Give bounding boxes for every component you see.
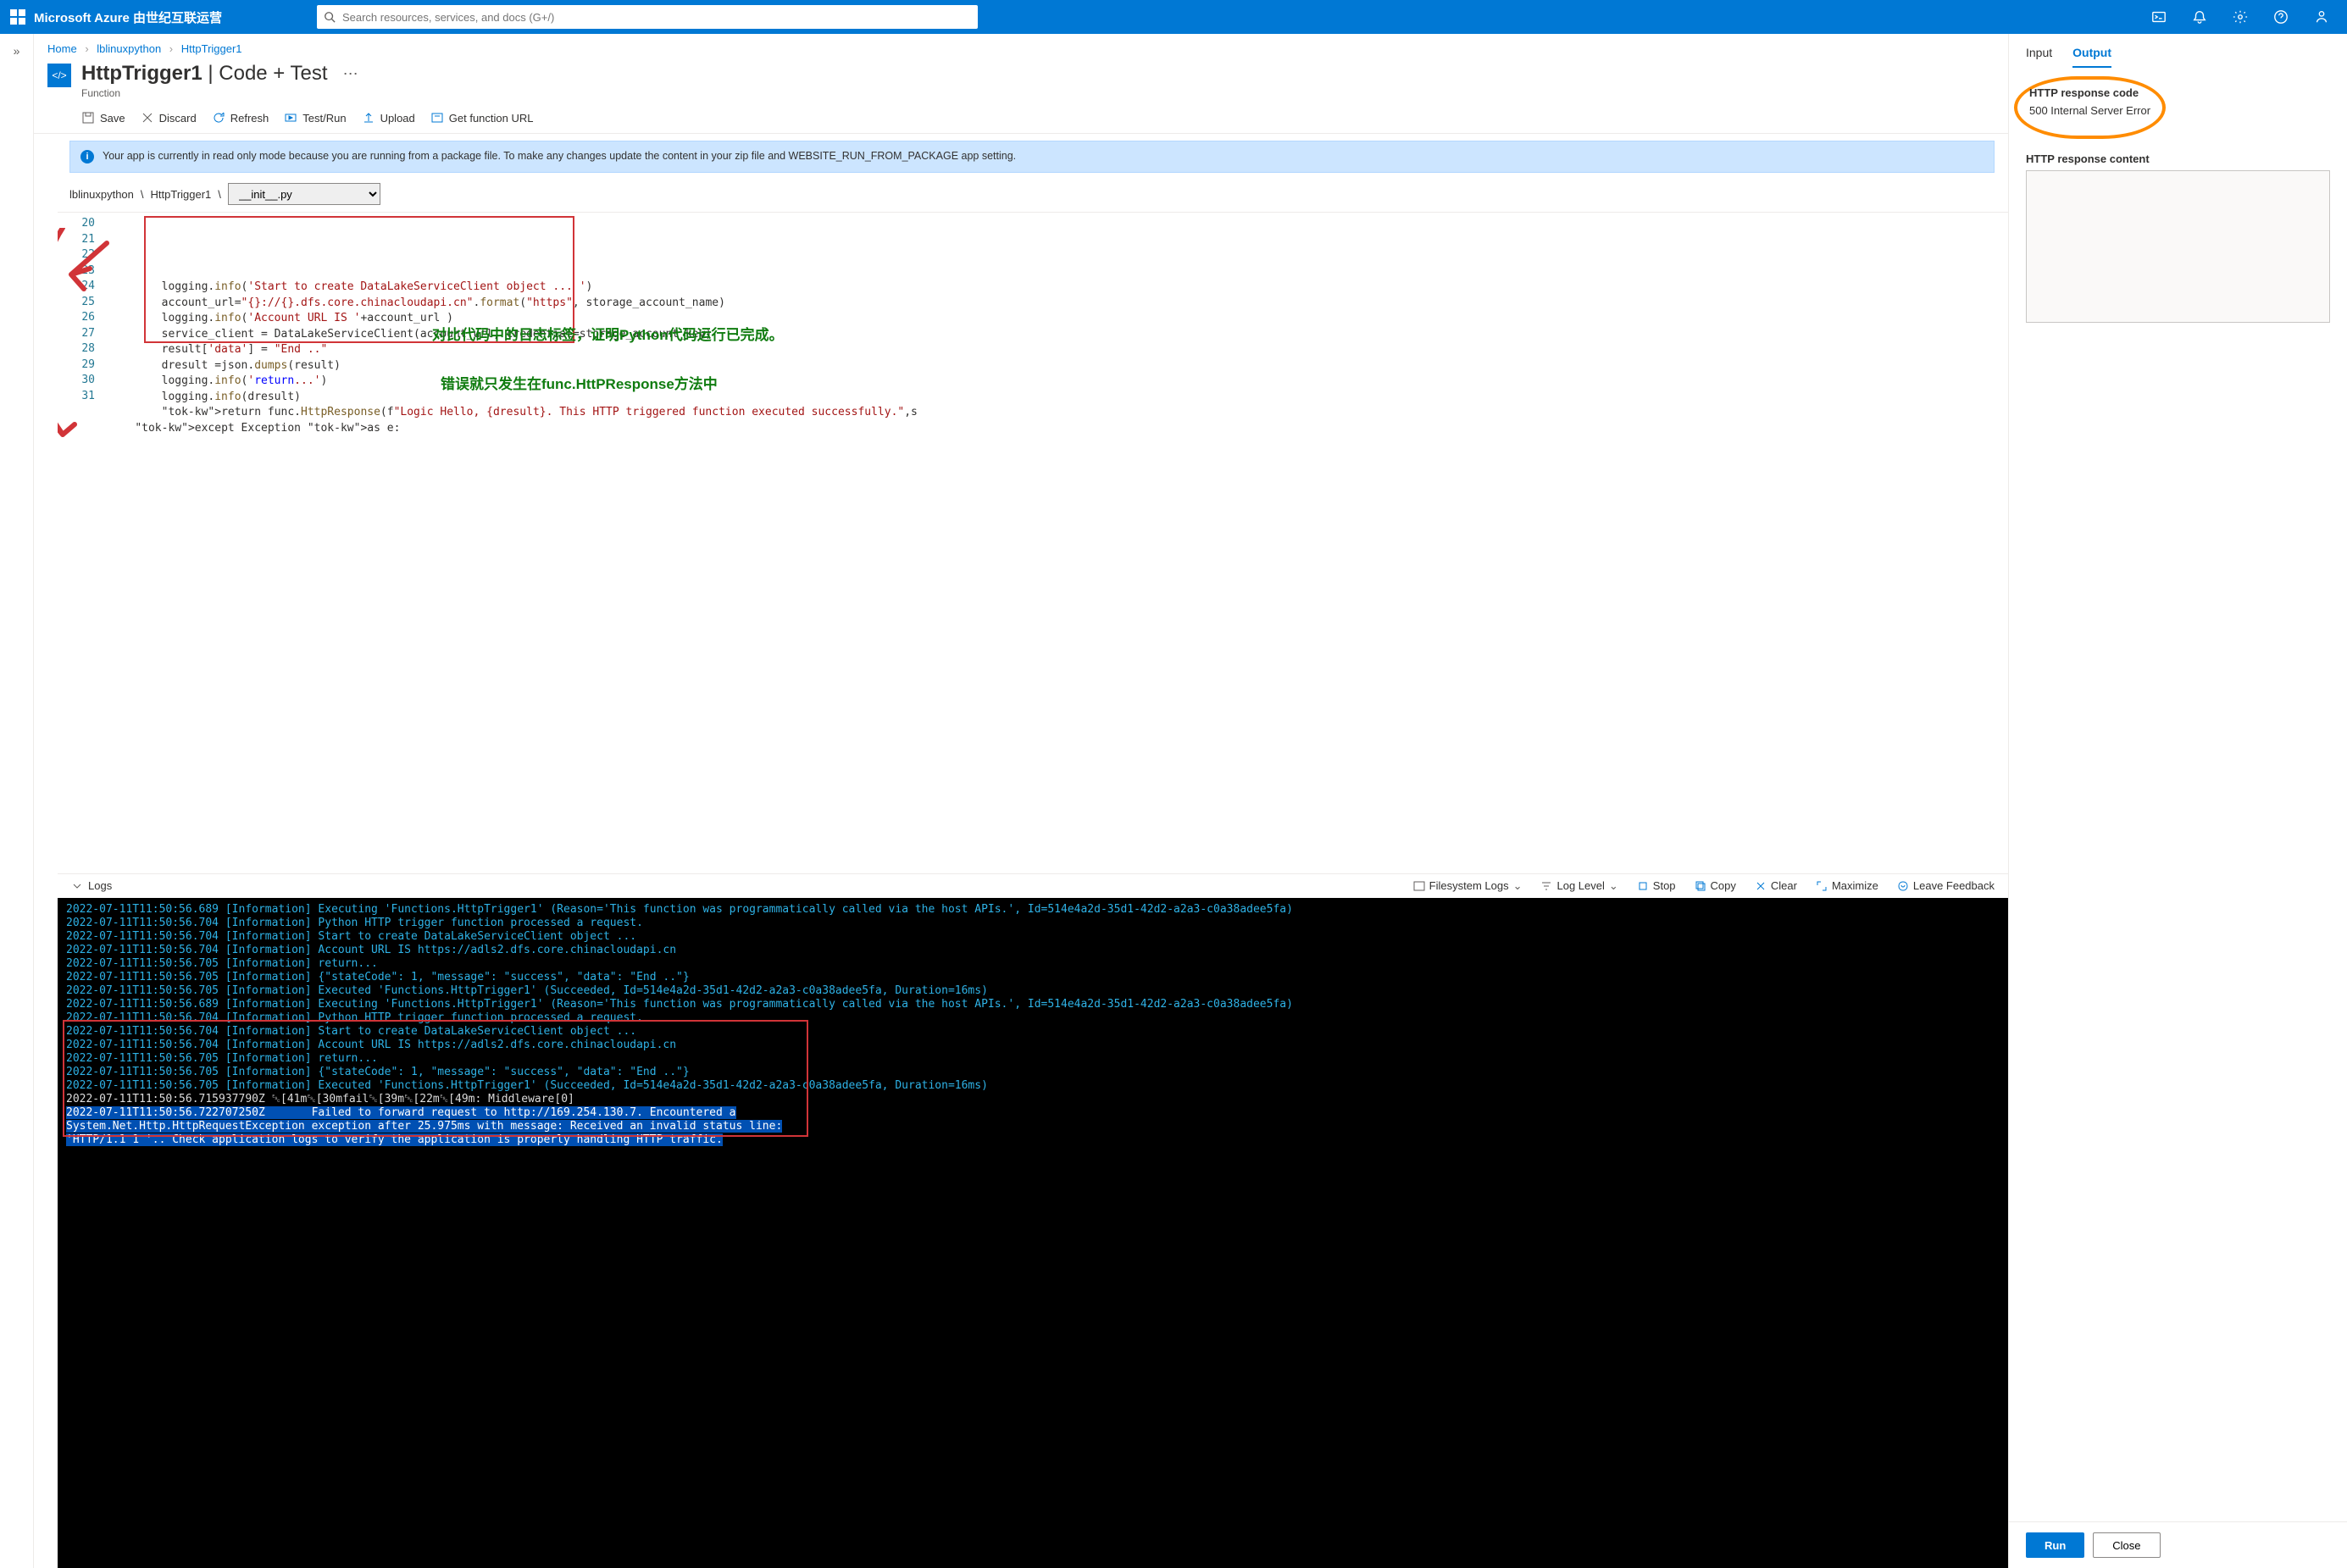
main-content: Home › lblinuxpython › HttpTrigger1 </> … [34, 34, 2008, 1568]
annotation-text-2: 错误就只发生在func.HttPResponse方法中 [441, 372, 718, 393]
title-bar: </> HttpTrigger1 | Code + Test ⋯ [34, 60, 2008, 91]
log-source-dropdown[interactable]: Filesystem Logs ⌄ [1413, 879, 1523, 893]
discard-button[interactable]: Discard [141, 111, 197, 125]
azure-waffle-icon[interactable] [10, 9, 25, 25]
maximize-button[interactable]: Maximize [1816, 879, 1878, 893]
expand-nav-icon[interactable]: » [14, 44, 20, 58]
crumb-app[interactable]: lblinuxpython [97, 42, 161, 55]
crumb-fn[interactable]: HttpTrigger1 [181, 42, 242, 55]
panel-footer: Run Close [2009, 1521, 2347, 1568]
top-bar: Microsoft Azure 由世纪互联运营 [0, 0, 2347, 34]
log-console[interactable]: 2022-07-11T11:50:56.689 [Information] Ex… [58, 898, 2008, 1568]
path-app: lblinuxpython [69, 188, 134, 201]
test-run-button[interactable]: Test/Run [284, 111, 346, 125]
cloud-shell-icon[interactable] [2144, 0, 2174, 34]
tab-output[interactable]: Output [2072, 46, 2111, 68]
brand-text: Microsoft Azure 由世纪互联运营 [34, 8, 222, 26]
panel-tabs: Input Output [2009, 34, 2347, 68]
annotation-text-1: 对比代码中的日志标签，证明Python代码运行已完成。 [432, 323, 784, 344]
breadcrumb: Home › lblinuxpython › HttpTrigger1 [34, 34, 2008, 60]
get-url-button[interactable]: Get function URL [430, 111, 534, 125]
page-title: HttpTrigger1 | Code + Test [81, 62, 328, 86]
settings-icon[interactable] [2225, 0, 2255, 34]
tab-input[interactable]: Input [2026, 46, 2052, 68]
line-gutter: 202122232425262728293031 [58, 213, 102, 873]
search-input[interactable] [317, 5, 978, 29]
code-area[interactable]: 对比代码中的日志标签，证明Python代码运行已完成。 错误就只发生在func.… [102, 213, 2008, 873]
log-level-dropdown[interactable]: Log Level ⌄ [1540, 879, 1617, 893]
info-icon: i [80, 150, 94, 163]
run-button[interactable]: Run [2026, 1532, 2084, 1558]
annotation-circle: HTTP response code 500 Internal Server E… [2014, 76, 2166, 139]
panel-body: HTTP response code 500 Internal Server E… [2009, 68, 2347, 1521]
crumb-home[interactable]: Home [47, 42, 77, 55]
save-button[interactable]: Save [81, 111, 125, 125]
response-content-label: HTTP response content [2026, 152, 2330, 165]
global-search[interactable] [317, 5, 978, 29]
stop-button[interactable]: Stop [1637, 879, 1676, 893]
close-button[interactable]: Close [2093, 1532, 2160, 1558]
brand: Microsoft Azure 由世纪互联运营 [10, 8, 222, 26]
copy-button[interactable]: Copy [1695, 879, 1736, 893]
command-bar: Save Discard Refresh Test/Run Upload Get… [34, 106, 2008, 134]
feedback-button[interactable]: Leave Feedback [1897, 879, 1995, 893]
log-toolbar: Logs Filesystem Logs ⌄ Log Level ⌄ Stop … [58, 873, 2008, 898]
left-rail: » [0, 34, 34, 1568]
page-subtitle: Function [34, 87, 2008, 106]
test-panel: Input Output HTTP response code 500 Inte… [2008, 34, 2347, 1568]
clear-button[interactable]: Clear [1755, 879, 1797, 893]
info-text: Your app is currently in read only mode … [103, 150, 1016, 163]
notifications-icon[interactable] [2184, 0, 2215, 34]
response-code-value: 500 Internal Server Error [2029, 104, 2150, 117]
feedback-icon[interactable] [2306, 0, 2337, 34]
refresh-button[interactable]: Refresh [212, 111, 269, 125]
logs-toggle[interactable]: Logs [71, 879, 112, 892]
upload-button[interactable]: Upload [362, 111, 415, 125]
code-editor[interactable]: 202122232425262728293031 对比代码中的日志标签，证明Py… [58, 212, 2008, 873]
path-fn: HttpTrigger1 [151, 188, 212, 201]
response-content-box [2026, 170, 2330, 323]
help-icon[interactable] [2266, 0, 2296, 34]
file-select[interactable]: __init__.py [228, 183, 380, 205]
file-path-row: lblinuxpython\ HttpTrigger1\ __init__.py [34, 180, 2008, 212]
info-banner: i Your app is currently in read only mod… [69, 141, 1995, 173]
function-icon: </> [47, 64, 71, 87]
response-code-label: HTTP response code [2029, 86, 2150, 99]
more-icon[interactable]: ⋯ [343, 65, 358, 83]
